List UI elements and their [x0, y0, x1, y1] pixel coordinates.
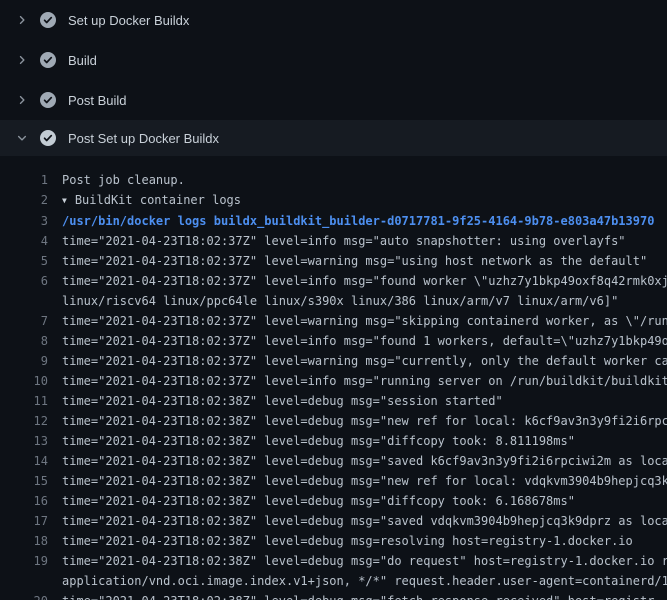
step-label: Post Build — [68, 93, 127, 108]
log-area: 1Post job cleanup.2 ▼ BuildKit container l… — [0, 156, 667, 600]
log-line-number: 3 — [0, 211, 48, 231]
log-line-text: time="2021-04-23T18:02:38Z" level=debug … — [48, 411, 667, 431]
log-line-number — [0, 291, 48, 311]
log-line-number: 1 — [0, 170, 48, 190]
log-line[interactable]: 6time="2021-04-23T18:02:37Z" level=info … — [0, 271, 667, 291]
chevron-right-icon[interactable] — [14, 52, 30, 68]
log-line-number: 5 — [0, 251, 48, 271]
log-line-continuation[interactable]: application/vnd.oci.image.index.v1+json,… — [0, 571, 667, 591]
log-line-number: 19 — [0, 551, 48, 571]
log-line-number: 18 — [0, 531, 48, 551]
log-line-text: time="2021-04-23T18:02:37Z" level=info m… — [48, 271, 667, 291]
log-line-text: time="2021-04-23T18:02:37Z" level=warnin… — [48, 251, 667, 271]
chevron-right-icon[interactable] — [14, 12, 30, 28]
log-line-text: time="2021-04-23T18:02:38Z" level=debug … — [48, 391, 667, 411]
log-line-number: 9 — [0, 351, 48, 371]
log-line-text: time="2021-04-23T18:02:38Z" level=debug … — [48, 551, 667, 571]
step-row-set-up-docker-buildx[interactable]: Set up Docker Buildx — [0, 0, 667, 40]
log-line-number: 16 — [0, 491, 48, 511]
log-line-text: time="2021-04-23T18:02:37Z" level=info m… — [48, 331, 667, 351]
log-line-text: time="2021-04-23T18:02:37Z" level=warnin… — [48, 351, 667, 371]
log-line-text: Post job cleanup. — [48, 170, 667, 190]
log-line[interactable]: 10time="2021-04-23T18:02:37Z" level=info… — [0, 371, 667, 391]
log-line-text: time="2021-04-23T18:02:38Z" level=debug … — [48, 511, 667, 531]
log-line[interactable]: 9time="2021-04-23T18:02:37Z" level=warni… — [0, 351, 667, 371]
log-line[interactable]: 13time="2021-04-23T18:02:38Z" level=debu… — [0, 431, 667, 451]
step-row-build[interactable]: Build — [0, 40, 667, 80]
log-line[interactable]: 20time="2021-04-23T18:02:38Z" level=debu… — [0, 591, 667, 600]
log-line[interactable]: 14time="2021-04-23T18:02:38Z" level=debu… — [0, 451, 667, 471]
log-line-text: time="2021-04-23T18:02:37Z" level=warnin… — [48, 311, 667, 331]
log-line[interactable]: 3/usr/bin/docker logs buildx_buildkit_bu… — [0, 211, 667, 231]
log-line-text: time="2021-04-23T18:02:37Z" level=info m… — [48, 231, 667, 251]
log-line-text: time="2021-04-23T18:02:38Z" level=debug … — [48, 451, 667, 471]
log-line-text: /usr/bin/docker logs buildx_buildkit_bui… — [48, 211, 667, 231]
log-line-number: 10 — [0, 371, 48, 391]
log-line[interactable]: 11time="2021-04-23T18:02:38Z" level=debu… — [0, 391, 667, 411]
log-line-number: 8 — [0, 331, 48, 351]
log-line-number: 14 — [0, 451, 48, 471]
log-line-text: time="2021-04-23T18:02:38Z" level=debug … — [48, 491, 667, 511]
group-label: BuildKit container logs — [75, 193, 241, 207]
chevron-right-icon[interactable] — [14, 92, 30, 108]
log-line[interactable]: 5time="2021-04-23T18:02:37Z" level=warni… — [0, 251, 667, 271]
step-label: Set up Docker Buildx — [68, 13, 189, 28]
log-line[interactable]: 15time="2021-04-23T18:02:38Z" level=debu… — [0, 471, 667, 491]
log-line-text: time="2021-04-23T18:02:38Z" level=debug … — [48, 531, 667, 551]
log-line[interactable]: 12time="2021-04-23T18:02:38Z" level=debu… — [0, 411, 667, 431]
step-row-post-set-up-docker-buildx[interactable]: Post Set up Docker Buildx — [0, 120, 667, 156]
log-line[interactable]: 1Post job cleanup. — [0, 170, 667, 190]
workflow-steps-list: Set up Docker Buildx Build Post Build Po… — [0, 0, 667, 156]
log-line-number — [0, 571, 48, 591]
log-line-text: time="2021-04-23T18:02:38Z" level=debug … — [48, 471, 667, 491]
log-line-text: application/vnd.oci.image.index.v1+json,… — [48, 571, 667, 591]
log-line-number: 2 — [0, 190, 48, 211]
group-expand-icon[interactable]: ▼ — [62, 191, 67, 211]
step-label: Post Set up Docker Buildx — [68, 131, 219, 146]
log-line-number: 13 — [0, 431, 48, 451]
log-line-number: 17 — [0, 511, 48, 531]
log-line-number: 15 — [0, 471, 48, 491]
log-line-text: time="2021-04-23T18:02:38Z" level=debug … — [48, 591, 667, 600]
log-line-text: linux/riscv64 linux/ppc64le linux/s390x … — [48, 291, 667, 311]
log-line[interactable]: 16time="2021-04-23T18:02:38Z" level=debu… — [0, 491, 667, 511]
step-row-post-build[interactable]: Post Build — [0, 80, 667, 120]
log-line-number: 6 — [0, 271, 48, 291]
log-line[interactable]: 2 ▼ BuildKit container logs — [0, 190, 667, 211]
log-line-number: 4 — [0, 231, 48, 251]
check-circle-icon — [40, 92, 56, 108]
log-line-text: ▼ BuildKit container logs — [48, 190, 667, 211]
log-line-text: time="2021-04-23T18:02:37Z" level=info m… — [48, 371, 667, 391]
log-line-text: time="2021-04-23T18:02:38Z" level=debug … — [48, 431, 667, 451]
log-line[interactable]: 18time="2021-04-23T18:02:38Z" level=debu… — [0, 531, 667, 551]
log-line[interactable]: 7time="2021-04-23T18:02:37Z" level=warni… — [0, 311, 667, 331]
log-line[interactable]: 4time="2021-04-23T18:02:37Z" level=info … — [0, 231, 667, 251]
check-circle-icon — [40, 12, 56, 28]
log-line-number: 7 — [0, 311, 48, 331]
chevron-down-icon[interactable] — [14, 130, 30, 146]
log-line-continuation[interactable]: linux/riscv64 linux/ppc64le linux/s390x … — [0, 291, 667, 311]
log-line[interactable]: 19time="2021-04-23T18:02:38Z" level=debu… — [0, 551, 667, 571]
step-label: Build — [68, 53, 97, 68]
check-circle-icon — [40, 52, 56, 68]
log-line-number: 12 — [0, 411, 48, 431]
log-line[interactable]: 8time="2021-04-23T18:02:37Z" level=info … — [0, 331, 667, 351]
log-line-number: 20 — [0, 591, 48, 600]
log-line[interactable]: 17time="2021-04-23T18:02:38Z" level=debu… — [0, 511, 667, 531]
log-line-number: 11 — [0, 391, 48, 411]
check-circle-icon — [40, 130, 56, 146]
